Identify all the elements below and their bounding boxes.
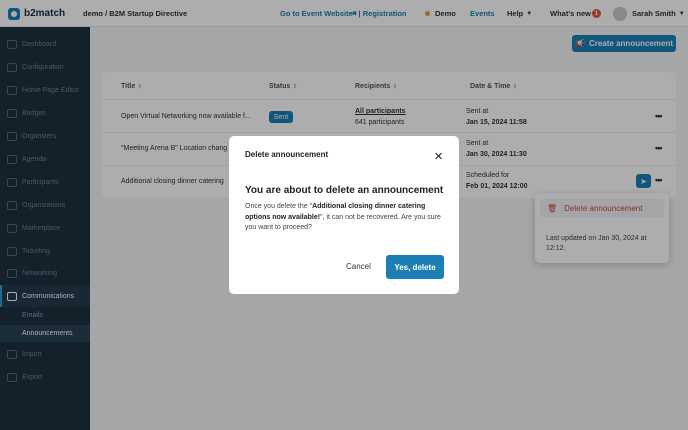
confirm-delete-button[interactable]: Yes, delete — [386, 255, 444, 279]
dialog-title: Delete announcement — [245, 150, 329, 159]
body-prefix: Once you delete the " — [245, 203, 313, 210]
dialog-heading: You are about to delete an announcement — [245, 185, 444, 196]
dialog-body: Once you delete the "Additional closing … — [245, 202, 445, 234]
close-icon[interactable]: ✕ — [434, 150, 443, 163]
cancel-button[interactable]: Cancel — [346, 262, 371, 271]
